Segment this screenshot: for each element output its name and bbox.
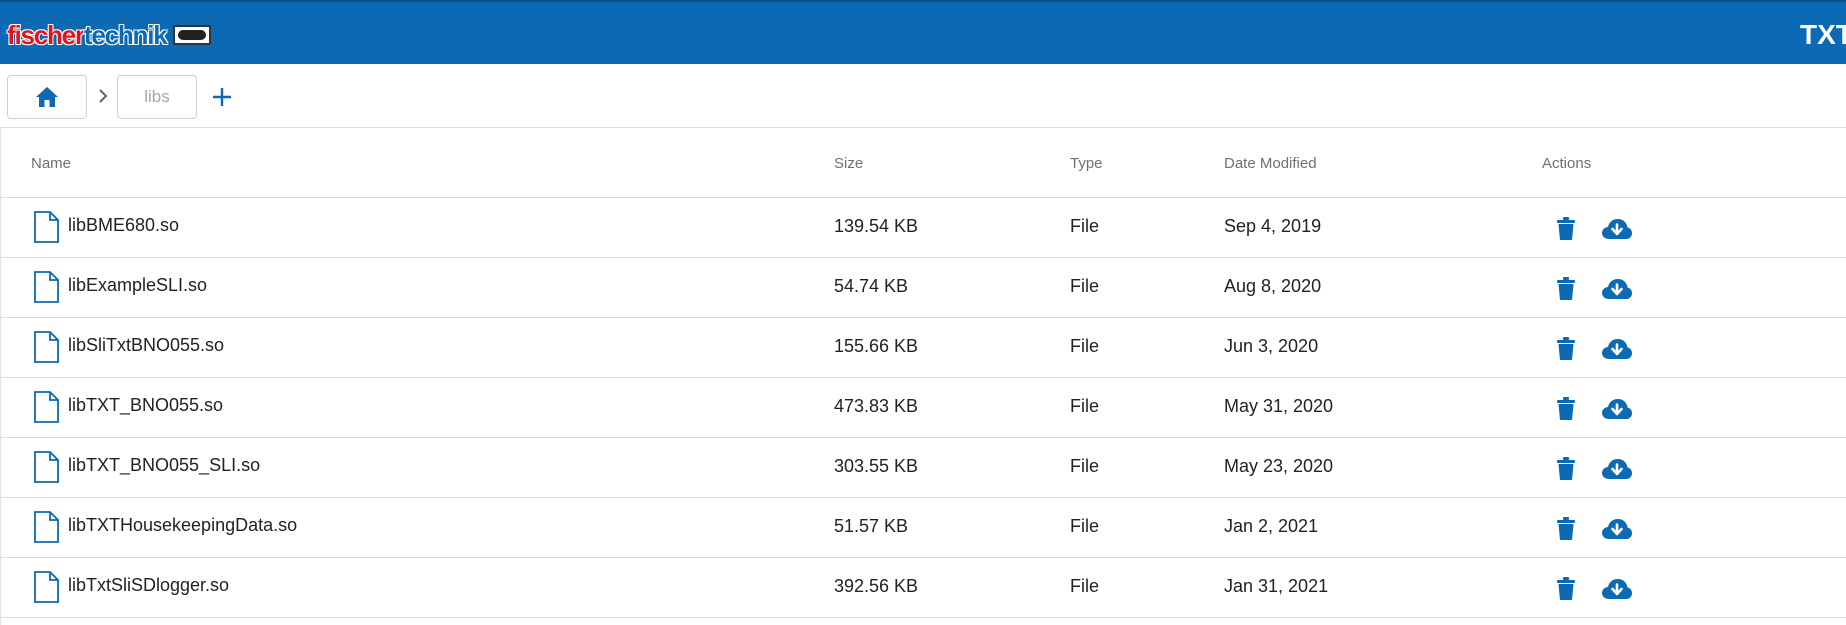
file-date-modified: May 31, 2020 bbox=[1224, 396, 1334, 416]
column-header-type[interactable]: Type bbox=[1070, 155, 1103, 172]
file-name[interactable]: libSliTxtBNO055.so bbox=[68, 335, 224, 356]
file-icon bbox=[34, 511, 59, 543]
column-header-size[interactable]: Size bbox=[834, 155, 863, 172]
column-header-actions: Actions bbox=[1542, 155, 1592, 172]
file-date-modified: Jan 31, 2021 bbox=[1224, 576, 1329, 596]
breadcrumb-bar: libs bbox=[0, 64, 1846, 128]
cloud-download-icon bbox=[1602, 519, 1632, 539]
file-icon bbox=[34, 271, 59, 303]
file-size: 51.57 KB bbox=[834, 516, 909, 536]
trash-icon bbox=[1557, 217, 1575, 240]
delete-button[interactable] bbox=[1557, 397, 1575, 421]
file-date-modified: Aug 8, 2020 bbox=[1224, 276, 1322, 296]
table-row[interactable]: libSliTxtBNO055.so 155.66 KB File Jun 3,… bbox=[1, 318, 1846, 378]
trash-icon bbox=[1557, 397, 1575, 420]
table-row[interactable]: libTXT_BNO055_SLI.so 303.55 KB File May … bbox=[1, 438, 1846, 498]
logo-text-blue: technik bbox=[83, 20, 168, 50]
file-date-modified: Sep 4, 2019 bbox=[1224, 216, 1322, 236]
breadcrumb-current-folder[interactable]: libs bbox=[117, 75, 197, 119]
download-button[interactable] bbox=[1601, 338, 1633, 360]
delete-button[interactable] bbox=[1557, 577, 1575, 601]
fischertechnik-logo[interactable]: fischer technik bbox=[7, 21, 211, 49]
app-title: TXT bbox=[1800, 19, 1846, 50]
cloud-download-icon bbox=[1602, 339, 1632, 359]
file-icon bbox=[34, 331, 59, 363]
logo-text-red: fischer bbox=[7, 20, 85, 50]
file-icon bbox=[34, 571, 59, 603]
file-type: File bbox=[1070, 276, 1100, 296]
file-name[interactable]: libTXTHousekeepingData.so bbox=[68, 515, 297, 536]
cloud-download-icon bbox=[1602, 459, 1632, 479]
download-button[interactable] bbox=[1601, 578, 1633, 600]
file-date-modified: May 23, 2020 bbox=[1224, 456, 1334, 476]
column-header-name[interactable]: Name bbox=[31, 155, 71, 172]
file-name[interactable]: libBME680.so bbox=[68, 215, 179, 236]
home-button[interactable] bbox=[7, 75, 87, 119]
file-size: 54.74 KB bbox=[834, 276, 909, 296]
file-size: 392.56 KB bbox=[834, 576, 919, 596]
download-button[interactable] bbox=[1601, 518, 1633, 540]
cloud-download-icon bbox=[1602, 279, 1632, 299]
delete-button[interactable] bbox=[1557, 457, 1575, 481]
download-button[interactable] bbox=[1601, 218, 1633, 240]
logo-badge-icon bbox=[172, 25, 211, 45]
file-type: File bbox=[1070, 516, 1100, 536]
file-size: 155.66 KB bbox=[834, 336, 919, 356]
table-row[interactable]: libExampleSLI.so 54.74 KB File Aug 8, 20… bbox=[1, 258, 1846, 318]
file-type: File bbox=[1070, 216, 1100, 236]
file-size: 303.55 KB bbox=[834, 456, 919, 476]
cloud-download-icon bbox=[1602, 219, 1632, 239]
file-type: File bbox=[1070, 576, 1100, 596]
file-type: File bbox=[1070, 336, 1100, 356]
trash-icon bbox=[1557, 457, 1575, 480]
file-table: Name Size Type Date Modified Actions lib… bbox=[0, 129, 1846, 625]
file-name[interactable]: libTxtSliSDlogger.so bbox=[68, 575, 229, 596]
file-date-modified: Jun 3, 2020 bbox=[1224, 336, 1319, 356]
trash-icon bbox=[1557, 277, 1575, 300]
add-button[interactable] bbox=[208, 82, 236, 112]
delete-button[interactable] bbox=[1557, 277, 1575, 301]
home-icon bbox=[36, 87, 58, 107]
top-app-bar: fischer technik TXT bbox=[0, 0, 1846, 64]
trash-icon bbox=[1557, 577, 1575, 600]
trash-icon bbox=[1557, 517, 1575, 540]
file-size: 473.83 KB bbox=[834, 396, 919, 416]
column-header-date-modified[interactable]: Date Modified bbox=[1224, 155, 1317, 172]
table-header: Name Size Type Date Modified Actions bbox=[1, 129, 1846, 198]
trash-icon bbox=[1557, 337, 1575, 360]
delete-button[interactable] bbox=[1557, 517, 1575, 541]
delete-button[interactable] bbox=[1557, 217, 1575, 241]
file-icon bbox=[34, 451, 59, 483]
file-name[interactable]: libTXT_BNO055_SLI.so bbox=[68, 455, 260, 476]
download-button[interactable] bbox=[1601, 458, 1633, 480]
table-row[interactable]: libBME680.so 139.54 KB File Sep 4, 2019 bbox=[1, 198, 1846, 258]
file-icon bbox=[34, 391, 59, 423]
table-body: libBME680.so 139.54 KB File Sep 4, 2019 … bbox=[1, 198, 1846, 618]
table-row[interactable]: libTXT_BNO055.so 473.83 KB File May 31, … bbox=[1, 378, 1846, 438]
table-row[interactable]: libTXTHousekeepingData.so 51.57 KB File … bbox=[1, 498, 1846, 558]
plus-icon bbox=[213, 88, 231, 106]
cloud-download-icon bbox=[1602, 579, 1632, 599]
delete-button[interactable] bbox=[1557, 337, 1575, 361]
chevron-right-icon bbox=[94, 84, 112, 108]
file-name[interactable]: libTXT_BNO055.so bbox=[68, 395, 223, 416]
download-button[interactable] bbox=[1601, 278, 1633, 300]
file-name[interactable]: libExampleSLI.so bbox=[68, 275, 207, 296]
cloud-download-icon bbox=[1602, 399, 1632, 419]
download-button[interactable] bbox=[1601, 398, 1633, 420]
table-row[interactable]: libTxtSliSDlogger.so 392.56 KB File Jan … bbox=[1, 558, 1846, 618]
file-type: File bbox=[1070, 456, 1100, 476]
file-icon bbox=[34, 211, 59, 243]
file-size: 139.54 KB bbox=[834, 216, 919, 236]
file-type: File bbox=[1070, 396, 1100, 416]
file-date-modified: Jan 2, 2021 bbox=[1224, 516, 1319, 536]
